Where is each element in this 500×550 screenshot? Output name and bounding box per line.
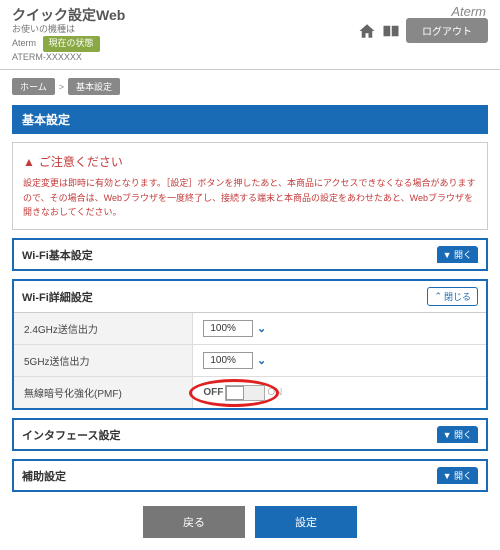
panel-title-aux: 補助設定	[22, 468, 66, 484]
pmf-toggle[interactable]: OFF ON	[203, 385, 282, 401]
device-label: お使いの機種は	[12, 24, 125, 36]
notice-title: ▲ ご注意ください	[23, 153, 477, 170]
panel-title-wifi-basic: Wi-Fi基本設定	[22, 247, 93, 263]
chevron-up-icon: ⌃	[434, 291, 442, 302]
panel-wifi-detail: Wi-Fi詳細設定 ⌃ 閉じる 2.4GHz送信出力 100% ⌄ 5GHz送信…	[12, 279, 488, 410]
device-brand-line: Aterm 現在の状態	[12, 36, 125, 52]
toggle-track[interactable]	[225, 385, 265, 401]
page-title: 基本設定	[12, 105, 488, 134]
home-icon[interactable]	[358, 22, 376, 40]
row-label-24ghz: 2.4GHz送信出力	[14, 313, 193, 344]
current-status-button[interactable]: 現在の状態	[43, 36, 100, 52]
dropdown-icon: ⌄	[257, 354, 266, 367]
dropdown-icon: ⌄	[257, 322, 266, 335]
row-label-pmf: 無線暗号化強化(PMF)	[14, 377, 193, 408]
panel-interface: インタフェース設定 ▼ 開く	[12, 418, 488, 451]
manual-icon[interactable]	[382, 22, 400, 40]
table-row: 2.4GHz送信出力 100% ⌄	[14, 313, 486, 345]
panel-wifi-basic: Wi-Fi基本設定 ▼ 開く	[12, 238, 488, 271]
expand-button[interactable]: ▼ 開く	[437, 426, 478, 443]
tx-5ghz-select[interactable]: 100%	[203, 352, 253, 369]
toggle-on-label: ON	[267, 387, 282, 398]
panel-aux: 補助設定 ▼ 開く	[12, 459, 488, 492]
expand-button[interactable]: ▼ 開く	[437, 246, 478, 263]
table-row: 無線暗号化強化(PMF) OFF ON	[14, 377, 486, 408]
table-row: 5GHz送信出力 100% ⌄	[14, 345, 486, 377]
device-model: ATERM-XXXXXX	[12, 52, 125, 64]
breadcrumb-home[interactable]: ホーム	[12, 78, 55, 95]
app-title: クイック設定Web	[12, 6, 125, 24]
tx-24ghz-select[interactable]: 100%	[203, 320, 253, 337]
back-button[interactable]: 戻る	[143, 506, 245, 538]
submit-button[interactable]: 設定	[255, 506, 357, 538]
logout-button[interactable]: ログアウト	[406, 18, 488, 43]
header-divider	[0, 69, 500, 70]
warning-icon: ▲	[23, 155, 35, 169]
toggle-off-label: OFF	[203, 387, 223, 398]
breadcrumb-current: 基本設定	[68, 78, 120, 95]
expand-button[interactable]: ▼ 開く	[437, 467, 478, 484]
breadcrumb-sep: >	[59, 82, 64, 92]
row-label-5ghz: 5GHz送信出力	[14, 345, 193, 376]
brand-logo: Aterm	[451, 4, 486, 19]
toggle-knob	[226, 386, 244, 400]
notice-box: ▲ ご注意ください 設定変更は即時に有効となります。［設定］ボタンを押したあと、…	[12, 142, 488, 230]
panel-title-wifi-detail: Wi-Fi詳細設定	[22, 289, 93, 305]
panel-title-interface: インタフェース設定	[22, 427, 120, 443]
collapse-button[interactable]: ⌃ 閉じる	[427, 287, 478, 306]
breadcrumb: ホーム > 基本設定	[0, 74, 500, 99]
notice-text: 設定変更は即時に有効となります。［設定］ボタンを押したあと、本商品にアクセスでき…	[23, 176, 477, 219]
